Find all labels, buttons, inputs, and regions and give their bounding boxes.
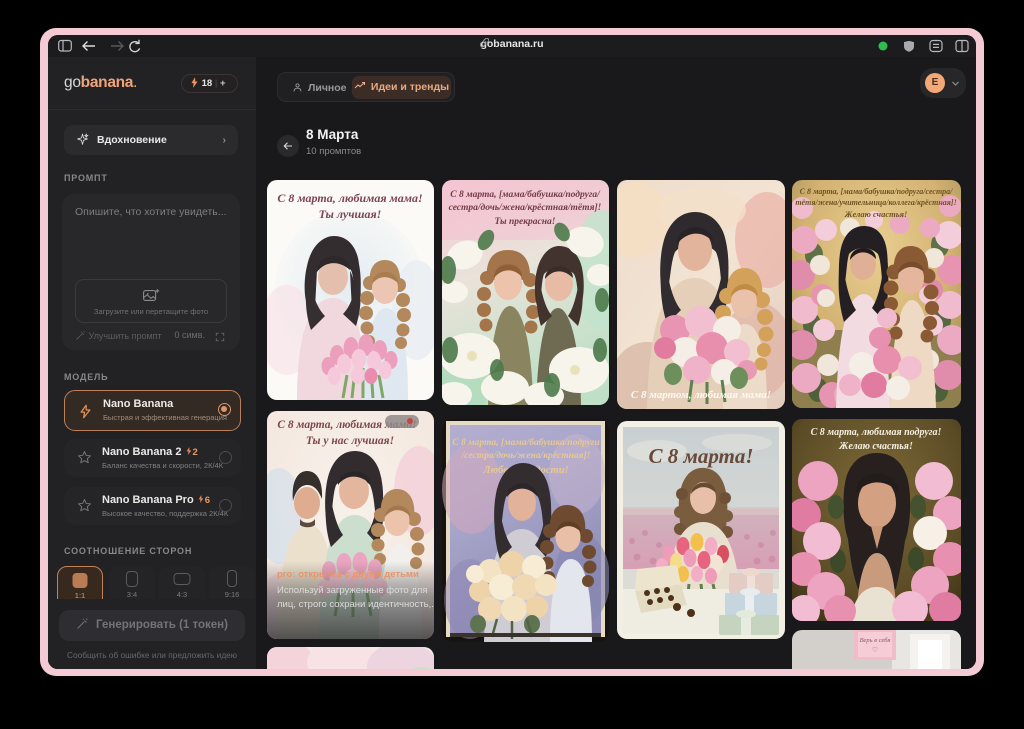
svg-text:С 8 марта, [мама/бабушка/подру: С 8 марта, [мама/бабушка/подруги — [452, 437, 599, 448]
svg-text:Верь в себя: Верь в себя — [860, 637, 891, 644]
svg-text:♡: ♡ — [872, 646, 878, 654]
svg-text:сестра/дочь/жена/крёстная/тётя: сестра/дочь/жена/крёстная/тётя]! — [449, 202, 602, 213]
svg-text:Ты лучшая!: Ты лучшая! — [319, 207, 382, 221]
svg-text:лиц, строго сохрани идентичнос: лиц, строго сохрани идентичность,... — [277, 599, 434, 610]
svg-text:С 8 марта!: С 8 марта! — [648, 444, 753, 468]
svg-text:Ты прекрасна!: Ты прекрасна! — [495, 217, 556, 227]
svg-text:Ты у нас лучшая!: Ты у нас лучшая! — [306, 435, 394, 447]
svg-text:тётя/жена/учительница/коллега/: тётя/жена/учительница/коллега/крёстная]! — [795, 198, 956, 207]
svg-text:С 8 марта, [мама/бабушка/подру: С 8 марта, [мама/бабушка/подруга/сестра/ — [800, 187, 954, 196]
svg-text:Используй загруженные фото для: Используй загруженные фото для — [277, 585, 428, 596]
svg-text:pro: открытка с двумя детьми: pro: открытка с двумя детьми — [277, 569, 419, 580]
svg-text:С 8 марта, любимая мама!: С 8 марта, любимая мама! — [277, 191, 422, 205]
svg-text:/сестра/дочь/жена/крёстная]!: /сестра/дочь/жена/крёстная]! — [461, 450, 591, 461]
svg-text:Желаю счастья!: Желаю счастья! — [838, 441, 913, 452]
svg-text:С 8 марта, [мама/бабушка/подру: С 8 марта, [мама/бабушка/подруга/ — [450, 189, 601, 200]
svg-text:Желаю счастья!: Желаю счастья! — [844, 209, 908, 219]
svg-text:С 8 марта, любимая подруга!: С 8 марта, любимая подруга! — [811, 427, 942, 438]
svg-text:С 8 мартом, любимая мама!: С 8 мартом, любимая мама! — [631, 389, 771, 401]
